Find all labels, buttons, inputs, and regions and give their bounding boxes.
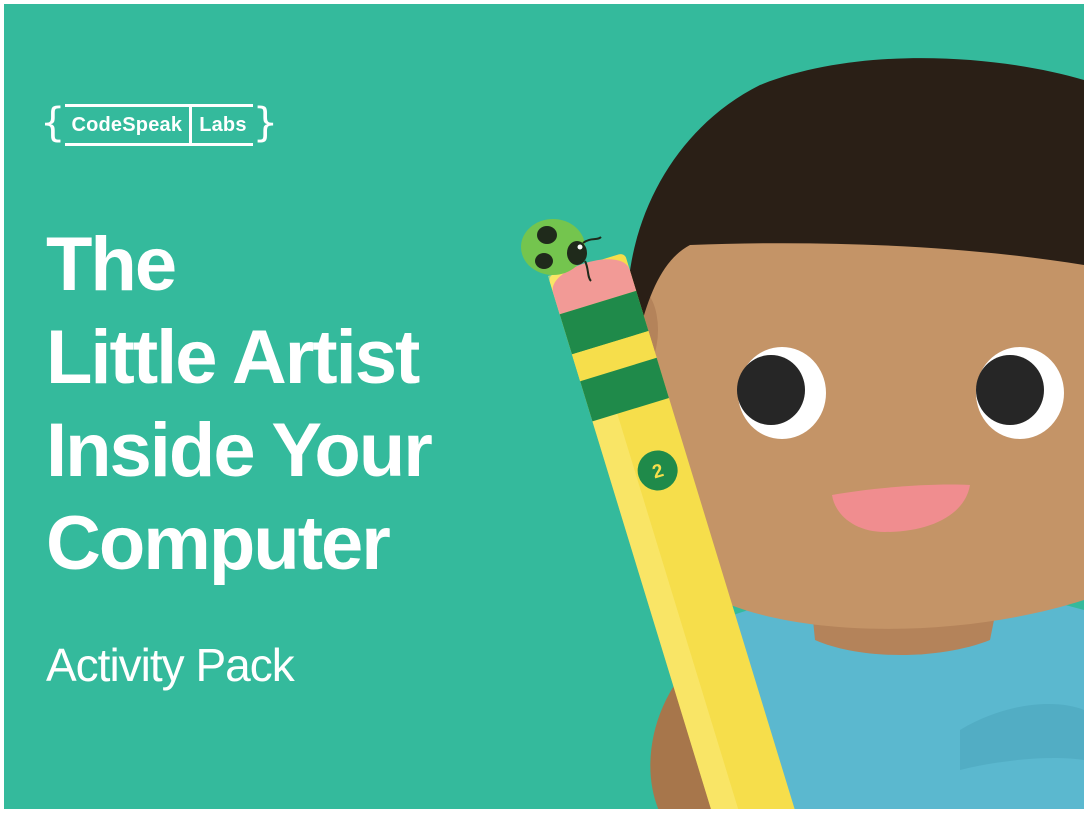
title-line-1: The (46, 222, 177, 307)
page: 2 { CodeSpeak Labs } The Little Artist I (0, 0, 1084, 813)
cover-title: The Little Artist Inside Your Computer (46, 218, 433, 590)
logo-name-left: CodeSpeak (71, 113, 183, 136)
left-eye-pupil (737, 355, 805, 425)
right-eye-pupil (976, 355, 1044, 425)
right-brace-icon: } (252, 100, 279, 146)
logo-divider (189, 104, 193, 146)
left-brace-icon: { (40, 100, 66, 146)
title-line-4: Computer (46, 501, 391, 586)
title-line-2: Little Artist (46, 315, 420, 400)
logo-box: CodeSpeak Labs (65, 104, 253, 146)
logo-name-right: Labs (199, 113, 247, 136)
codespeak-labs-logo: { CodeSpeak Labs } (40, 98, 278, 152)
title-line-3: Inside Your (46, 408, 433, 493)
cover-subtitle: Activity Pack (46, 639, 295, 691)
